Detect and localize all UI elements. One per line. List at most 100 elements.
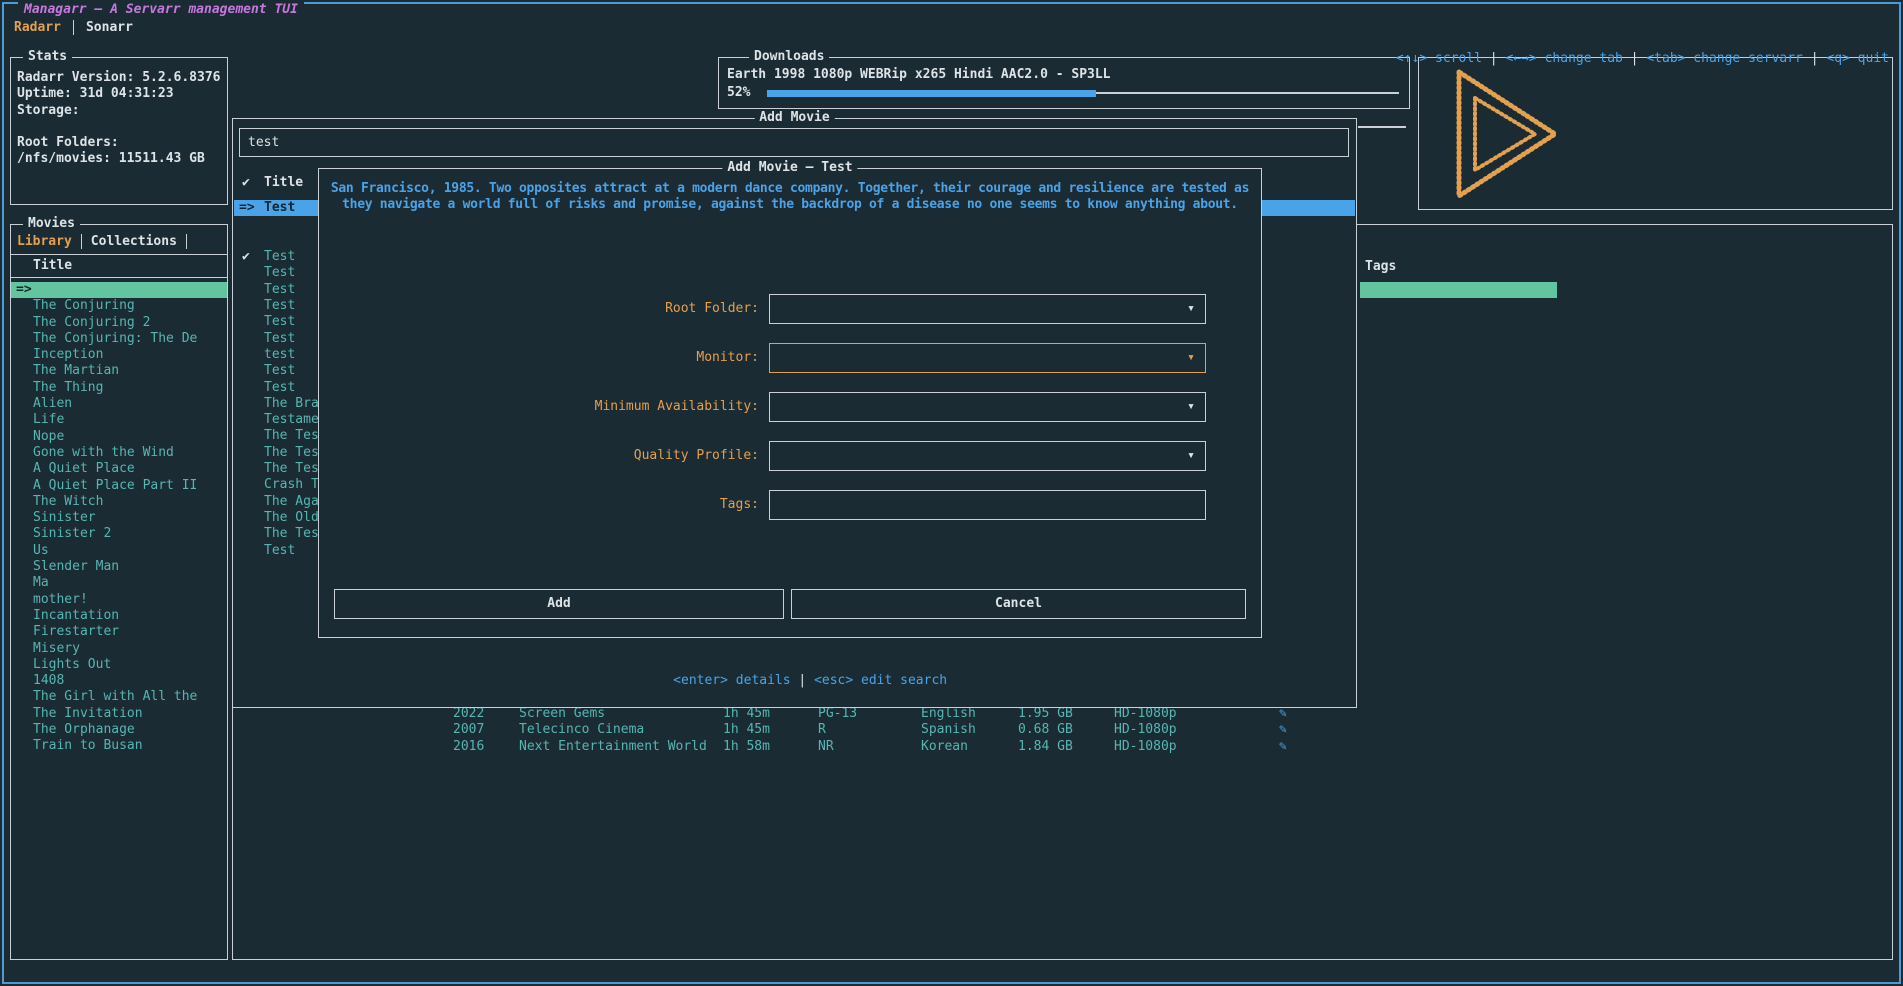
movie-row[interactable]: Gone with the Wind — [11, 445, 227, 461]
movie-row[interactable]: The Conjuring: The De — [11, 331, 227, 347]
stats-panel: Stats Radarr Version: 5.2.6.8376 Uptime:… — [10, 57, 228, 205]
quality-cell: HD-1080p — [1114, 739, 1177, 755]
runtime-cell: 1h 45m — [723, 706, 770, 722]
movie-row[interactable]: The Martian — [11, 363, 227, 379]
movie-overview: San Francisco, 1985. Two opposites attra… — [327, 181, 1253, 214]
tags-label: Tags: — [319, 490, 759, 520]
movie-row[interactable]: Sinister 2 — [11, 526, 227, 542]
movie-row[interactable]: The Girl with All the — [11, 689, 227, 705]
keybind-hint: <q> quit — [1826, 51, 1889, 66]
quality-cell: HD-1080p — [1114, 722, 1177, 738]
movie-row[interactable]: A Quiet Place Part II — [11, 478, 227, 494]
root-folders-label: Root Folders: — [17, 135, 227, 151]
movie-row[interactable]: Misery — [11, 641, 227, 657]
result-title: Test — [264, 543, 295, 559]
movie-row[interactable]: Us — [11, 543, 227, 559]
movie-row[interactable]: Sinister — [11, 510, 227, 526]
tags-input[interactable] — [769, 490, 1206, 520]
root-folder-value: /nfs/movies: 11511.43 GB — [17, 151, 227, 167]
keybind-hint: <enter> details — [673, 673, 814, 688]
keybind-hint: <esc> edit search — [814, 673, 947, 688]
library-table-row[interactable]: 2022 Screen Gems 1h 45m PG-13 English 1.… — [233, 706, 1892, 722]
size-cell: 0.68 GB — [1018, 722, 1073, 738]
download-item-title: Earth 1998 1080p WEBRip x265 Hindi AAC2.… — [727, 67, 1111, 82]
tab-library[interactable]: Library — [17, 234, 72, 249]
movie-row[interactable]: Alien — [11, 396, 227, 412]
managarr-app: Managarr — A Servarr management TUI Rada… — [0, 0, 1903, 986]
quality-profile-field: Quality Profile: Any ▾ — [319, 441, 1261, 471]
runtime-cell: 1h 45m — [723, 722, 770, 738]
movie-row[interactable]: mother! — [11, 592, 227, 608]
selected-row-tags-cell[interactable] — [1360, 282, 1557, 298]
add-movie-popup: Add Movie — Test San Francisco, 1985. Tw… — [318, 168, 1262, 638]
result-title: Test — [264, 200, 295, 216]
movie-row[interactable]: The Orphanage — [11, 722, 227, 738]
movie-row[interactable]: Slender Man — [11, 559, 227, 575]
divider — [11, 277, 227, 278]
movie-row[interactable]: The Conjuring — [11, 298, 227, 314]
monitor-label: Monitor: — [319, 343, 759, 373]
keybind-hint: <←→> change tab — [1505, 51, 1646, 66]
add-button[interactable]: Add — [334, 589, 784, 619]
movie-row[interactable]: 1408 — [11, 673, 227, 689]
quality-cell: HD-1080p — [1114, 706, 1177, 722]
results-title-column-header: Title — [264, 175, 303, 190]
root-folder-label: Root Folder: — [319, 294, 759, 324]
movie-row[interactable]: A Quiet Place — [11, 461, 227, 477]
disk-usage: Disk 1: 56% — [17, 119, 227, 135]
dropdown-arrow-icon: ▾ — [1187, 442, 1195, 470]
quality-profile-select[interactable]: Any ▾ — [769, 441, 1206, 471]
tags-field: Tags: — [319, 490, 1261, 520]
language-cell: Spanish — [921, 722, 976, 738]
movie-row[interactable]: Ma — [11, 575, 227, 591]
movie-row[interactable]: Firestarter — [11, 624, 227, 640]
movie-row[interactable]: The Conjuring 2 — [11, 315, 227, 331]
tab-separator — [81, 234, 82, 249]
monitored-flag-icon: ✎ — [1279, 739, 1287, 755]
minimum-availability-label: Minimum Availability: — [319, 392, 759, 422]
library-rows: 2022 Screen Gems 1h 45m PG-13 English 1.… — [233, 706, 1892, 755]
minimum-availability-field: Minimum Availability: Announced ▾ — [319, 392, 1261, 422]
year-cell: 2007 — [453, 722, 484, 738]
movie-row[interactable]: Life — [11, 412, 227, 428]
movie-row[interactable]: Train to Busan — [11, 738, 227, 754]
scrollbar-fragment[interactable] — [1358, 126, 1406, 128]
app-title: Managarr — A Servarr management TUI — [18, 2, 304, 17]
download-progress: 52% — [727, 85, 1399, 100]
add-movie-keybinds: <enter> details<esc> edit search — [233, 643, 1356, 688]
movie-row[interactable]: The Thing — [11, 380, 227, 396]
root-folder-select[interactable]: /nfs/movies ▾ — [769, 294, 1206, 324]
movie-row[interactable]: Inception — [11, 347, 227, 363]
movie-row[interactable]: The Witch — [11, 494, 227, 510]
size-cell: 1.84 GB — [1018, 739, 1073, 755]
library-table-row[interactable]: 2016 Next Entertainment World 1h 58m NR … — [233, 739, 1892, 755]
tab-separator — [186, 234, 187, 249]
monitor-select[interactable]: Movie only ▾ — [769, 343, 1206, 373]
cancel-button[interactable]: Cancel — [791, 589, 1246, 619]
movie-row[interactable]: The Invitation — [11, 706, 227, 722]
divider — [11, 254, 227, 255]
movies-list: =>Dune The ConjuringThe Conjuring 2The C… — [11, 282, 227, 755]
stats-panel-title: Stats — [23, 49, 72, 64]
servarr-tabs: Radarr Sonarr — [14, 20, 133, 35]
movie-row[interactable]: Incantation — [11, 608, 227, 624]
download-percent: 52% — [727, 85, 767, 100]
tab-sonarr[interactable]: Sonarr — [86, 20, 133, 35]
studio-cell: Screen Gems — [519, 706, 605, 722]
tab-collections[interactable]: Collections — [91, 234, 177, 249]
top-keybinds: <↑↓> scroll<←→> change tab<tab> change s… — [1380, 21, 1889, 66]
rating-cell: PG-13 — [818, 706, 857, 722]
monitored-flag-icon: ✎ — [1279, 706, 1287, 722]
movie-row[interactable]: Lights Out — [11, 657, 227, 673]
root-folder-field: Root Folder: /nfs/movies ▾ — [319, 294, 1261, 324]
minimum-availability-select[interactable]: Announced ▾ — [769, 392, 1206, 422]
tab-radarr[interactable]: Radarr — [14, 20, 61, 35]
movie-search-input[interactable] — [239, 128, 1349, 157]
year-cell: 2022 — [453, 706, 484, 722]
movie-row[interactable]: Nope — [11, 429, 227, 445]
selection-marker: => — [239, 200, 255, 216]
downloads-panel-title: Downloads — [749, 49, 829, 64]
movie-row-selected[interactable]: =>Dune — [11, 282, 227, 298]
library-table-row[interactable]: 2007 Telecinco Cinema 1h 45m R Spanish 0… — [233, 722, 1892, 738]
keybind-hint: <tab> change servarr — [1646, 51, 1826, 66]
